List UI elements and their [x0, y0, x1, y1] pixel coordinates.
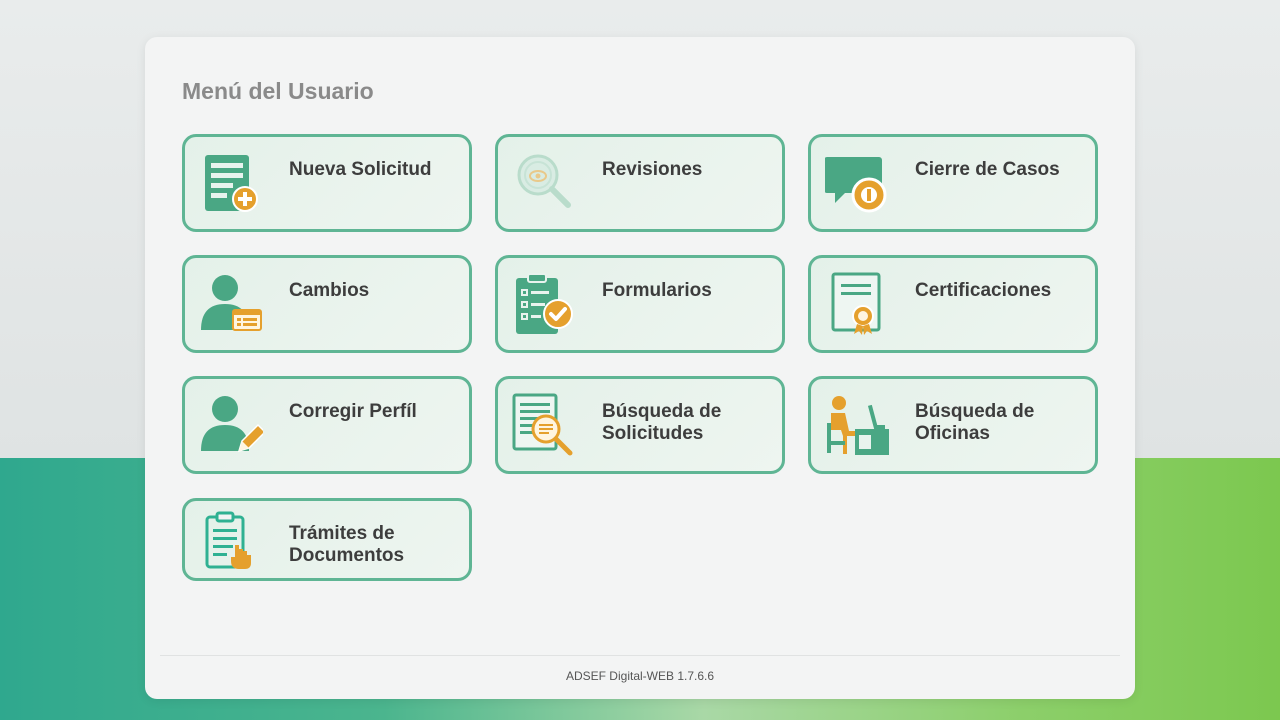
edit-profile-icon — [199, 393, 267, 457]
menu-card-busqueda-de-oficinas[interactable]: Búsqueda de Oficinas — [808, 376, 1098, 474]
document-process-icon — [199, 511, 263, 575]
review-magnifier-icon — [512, 151, 576, 215]
footer-divider — [160, 655, 1120, 656]
menu-card-label: Búsqueda de Oficinas — [915, 401, 1035, 444]
user-menu-panel: Menú del Usuario Nueva Solicitud Revisio… — [145, 37, 1135, 699]
menu-card-label: Cierre de Casos — [915, 159, 1060, 180]
menu-card-label: Cambios — [289, 280, 370, 301]
menu-card-revisiones[interactable]: Revisiones — [495, 134, 785, 232]
certificate-icon — [825, 272, 889, 336]
case-closure-icon — [824, 151, 889, 215]
page-title: Menú del Usuario — [182, 78, 374, 104]
menu-card-label: Revisiones — [602, 159, 703, 180]
menu-card-tramites-de-documentos[interactable]: Trámites de Documentos — [182, 498, 472, 581]
new-request-icon — [199, 151, 263, 215]
forms-clipboard-icon — [512, 272, 576, 336]
menu-card-label: Corregir Perfíl — [289, 401, 417, 422]
menu-card-label: Trámites de Documentos — [289, 523, 405, 566]
menu-card-label: Formularios — [602, 280, 712, 301]
menu-card-label: Nueva Solicitud — [289, 159, 432, 180]
version-footer: ADSEF Digital-WEB 1.7.6.6 — [565, 669, 715, 683]
menu-card-corregir-perfil[interactable]: Corregir Perfíl — [182, 376, 472, 474]
menu-card-certificaciones[interactable]: Certificaciones — [808, 255, 1098, 353]
search-documents-icon — [512, 393, 576, 457]
menu-card-cierre-de-casos[interactable]: Cierre de Casos — [808, 134, 1098, 232]
menu-card-label: Búsqueda de Solicitudes — [602, 401, 722, 444]
menu-card-cambios[interactable]: Cambios — [182, 255, 472, 353]
menu-card-nueva-solicitud[interactable]: Nueva Solicitud — [182, 134, 472, 232]
user-changes-icon — [199, 272, 263, 336]
menu-card-label: Certificaciones — [915, 280, 1052, 301]
menu-card-formularios[interactable]: Formularios — [495, 255, 785, 353]
office-desk-icon — [825, 393, 889, 457]
menu-card-busqueda-de-solicitudes[interactable]: Búsqueda de Solicitudes — [495, 376, 785, 474]
